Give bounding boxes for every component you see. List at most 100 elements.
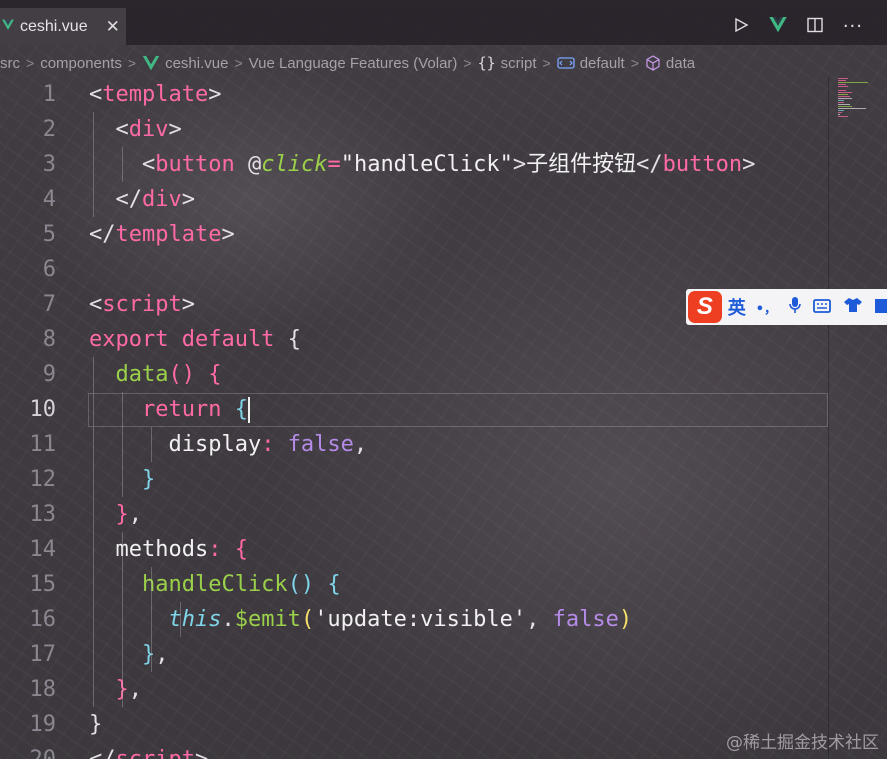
code-line[interactable]: 15 handleClick() {	[0, 567, 828, 602]
code-line[interactable]: 5 </template>	[0, 217, 828, 252]
code-token: false	[552, 607, 619, 632]
code-text: data() {	[89, 357, 221, 392]
code-text: <script>	[89, 287, 195, 322]
chevron-right-icon: >	[26, 55, 35, 71]
code-line[interactable]: 2 <div>	[0, 112, 828, 147]
breadcrumb-script[interactable]: {} script	[478, 54, 537, 72]
code-line[interactable]: 13 },	[0, 497, 828, 532]
code-line[interactable]: 18 },	[0, 672, 828, 707]
code-line[interactable]: 1 <template>	[0, 77, 828, 112]
tab-ceshi-vue[interactable]: ceshi.vue ✕	[0, 8, 126, 45]
code-token: </	[89, 187, 142, 212]
code-token: }	[89, 502, 129, 527]
line-number: 13	[29, 502, 57, 527]
code-token: ,	[128, 677, 142, 702]
line-number: 7	[42, 292, 56, 317]
minimap-line	[838, 80, 846, 81]
breadcrumb-data[interactable]: data	[645, 55, 695, 72]
breadcrumb-components[interactable]: components	[40, 55, 122, 72]
watermark: @稀土掘金技术社区	[726, 733, 879, 753]
code-token: {	[287, 327, 301, 352]
code-token: div	[141, 187, 182, 212]
code-token: >	[168, 117, 182, 142]
line-number: 6	[42, 257, 56, 282]
vue-icon	[2, 18, 14, 36]
sogou-logo-icon[interactable]: S	[688, 291, 722, 323]
ime-punctuation-toggle[interactable]: •，	[756, 298, 777, 317]
more-actions-icon[interactable]: ···	[843, 16, 863, 37]
code-editor[interactable]: 1 <template> 2 <div> 3 <button @click="hand…	[0, 77, 828, 759]
code-text: <div>	[89, 112, 182, 147]
code-token: ,	[353, 432, 368, 457]
indent-guide	[93, 112, 94, 217]
braces-icon: {}	[477, 54, 496, 72]
vue-preview-icon[interactable]	[769, 16, 787, 37]
code-line[interactable]: 16 this.$emit('update:visible', false)	[0, 602, 828, 637]
keyboard-icon[interactable]	[813, 298, 831, 317]
code-line[interactable]: 10 return {	[0, 392, 828, 427]
minimap-line	[838, 98, 852, 99]
code-token: >	[181, 187, 195, 212]
code-token: false	[287, 432, 354, 457]
minimap[interactable]	[832, 77, 887, 137]
code-token: script	[102, 292, 182, 317]
code-line[interactable]: 14 methods: {	[0, 532, 828, 567]
code-token: ,	[155, 642, 169, 667]
minimap-line	[838, 86, 848, 87]
editor-actions: ···	[733, 8, 887, 45]
code-token: >	[512, 152, 527, 177]
code-line[interactable]: 4 </div>	[0, 182, 828, 217]
vue-icon	[142, 55, 160, 71]
code-line[interactable]: 6	[0, 252, 828, 287]
minimap-line	[838, 92, 852, 93]
more-icon[interactable]	[875, 298, 887, 317]
code-token: return	[89, 397, 235, 422]
code-token: 子组件按钮	[526, 152, 637, 177]
code-text: </script>	[89, 742, 208, 759]
breadcrumb-file[interactable]: ceshi.vue	[142, 55, 228, 72]
line-number: 3	[42, 152, 56, 177]
minimap-line	[838, 94, 848, 95]
tab-label: ceshi.vue	[20, 17, 88, 35]
code-token: data	[89, 362, 169, 387]
breadcrumb-src[interactable]: src	[0, 55, 20, 72]
code-token: :	[261, 432, 288, 457]
code-token: </	[89, 222, 116, 247]
code-line[interactable]: 8 export default {	[0, 322, 828, 357]
cube-icon	[645, 55, 661, 71]
minimap-line	[838, 102, 844, 103]
code-line[interactable]: 11 display: false,	[0, 427, 828, 462]
code-text: },	[89, 672, 142, 707]
code-token: }	[89, 712, 103, 737]
code-token: "handleClick"	[340, 152, 513, 177]
line-number: 12	[29, 467, 57, 492]
code-line[interactable]: 17 },	[0, 637, 828, 672]
split-editor-icon[interactable]	[807, 17, 823, 37]
minimap-line	[838, 82, 868, 83]
code-token: 'update:visible'	[314, 607, 527, 632]
breadcrumb-language[interactable]: Vue Language Features (Volar)	[249, 55, 458, 72]
indent-guide	[180, 602, 181, 637]
minimap-line	[838, 96, 850, 97]
run-icon[interactable]	[733, 17, 749, 37]
code-token: =	[327, 152, 341, 177]
code-line[interactable]: 3 <button @click="handleClick">子组件按钮</bu…	[0, 147, 828, 182]
microphone-icon[interactable]	[789, 296, 801, 318]
code-line[interactable]: 20 </script>	[0, 742, 828, 759]
code-line[interactable]: 9 data() {	[0, 357, 828, 392]
breadcrumb-default[interactable]: default	[557, 55, 625, 72]
code-line[interactable]: 12 }	[0, 462, 828, 497]
code-line[interactable]: 19}	[0, 707, 828, 742]
minimap-line	[838, 116, 848, 117]
ime-language-toggle[interactable]: 英	[728, 294, 746, 320]
close-icon[interactable]: ✕	[106, 17, 120, 37]
code-token: >	[742, 152, 756, 177]
code-token: export default	[89, 327, 288, 352]
code-text: </div>	[89, 182, 195, 217]
chevron-right-icon: >	[463, 55, 472, 71]
line-number: 19	[29, 712, 57, 737]
skin-shirt-icon[interactable]	[843, 297, 863, 317]
code-token: >	[195, 747, 208, 759]
ime-toolbar[interactable]: S 英 •，	[686, 289, 887, 325]
chevron-right-icon: >	[127, 55, 137, 71]
